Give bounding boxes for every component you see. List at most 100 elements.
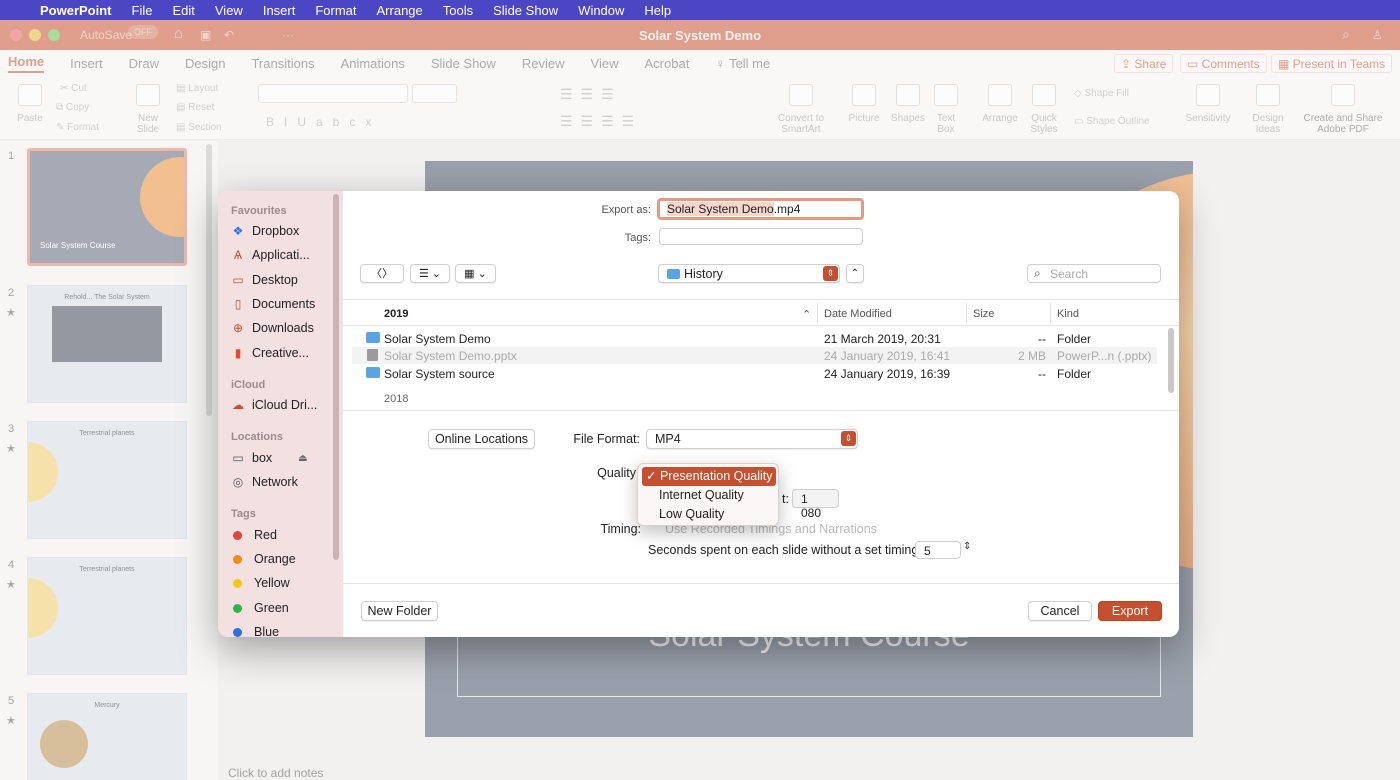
menu-app-name[interactable]: PowerPoint — [40, 3, 112, 18]
sidebar-tag-green[interactable]: Green — [231, 601, 289, 615]
column-header-name[interactable]: 2019 — [384, 308, 408, 320]
sidebar-tag-label: Blue — [254, 625, 280, 637]
sort-ascending-icon[interactable]: ⌃ — [802, 308, 811, 321]
grid-icon: ▦ — [464, 268, 475, 280]
globe-icon: ◎ — [232, 475, 244, 489]
file-format-select[interactable]: MP4 ⇕ — [646, 429, 858, 449]
tag-dot-icon — [233, 627, 242, 637]
new-folder-button[interactable]: New Folder — [361, 601, 438, 621]
menu-edit[interactable]: Edit — [172, 3, 194, 18]
file-date: 21 March 2019, 20:31 — [824, 332, 941, 346]
sidebar-tag-label: Green — [254, 601, 289, 615]
sidebar-section-tags: Tags — [231, 508, 256, 520]
expand-collapse-button[interactable]: ⌃ — [846, 264, 864, 283]
sidebar-section-locations: Locations — [231, 431, 283, 443]
column-header-size[interactable]: Size — [973, 308, 994, 320]
cancel-button[interactable]: Cancel — [1028, 601, 1092, 621]
sidebar-item-creative-cloud[interactable]: ▮ Creative... — [231, 346, 309, 360]
menu-slide-show[interactable]: Slide Show — [493, 3, 558, 18]
file-date: 24 January 2019, 16:41 — [824, 349, 951, 363]
search-input[interactable]: ⌕ Search — [1027, 264, 1161, 283]
folder-icon — [667, 269, 680, 279]
file-size: -- — [1038, 367, 1046, 381]
height-field[interactable]: 1 080 — [792, 489, 839, 520]
sidebar-item-label: Downloads — [252, 321, 314, 335]
sidebar-item-applications[interactable]: Ѧ Applicati... — [231, 248, 310, 262]
tag-dot-icon — [233, 554, 242, 564]
menu-bar: PowerPoint File Edit View Insert Format … — [0, 0, 1400, 20]
sidebar-section-icloud: iCloud — [231, 379, 266, 391]
sidebar-item-documents[interactable]: ▯ Documents — [231, 297, 316, 311]
sidebar-item-desktop[interactable]: ▭ Desktop — [231, 273, 298, 287]
folder-icon — [366, 332, 380, 343]
menu-arrange[interactable]: Arrange — [377, 3, 423, 18]
location-select[interactable]: History ⇕ — [658, 264, 840, 283]
menu-file[interactable]: File — [132, 3, 153, 18]
column-header-date[interactable]: Date Modified — [824, 308, 892, 320]
sidebar-item-icloud-drive[interactable]: ☁ iCloud Dri... — [231, 398, 317, 412]
file-format-value: MP4 — [655, 432, 681, 446]
sidebar-item-box[interactable]: ▭ box ⏏ — [231, 451, 307, 465]
sidebar-tag-yellow[interactable]: Yellow — [231, 576, 290, 590]
chevron-left-icon[interactable]: 〈 — [371, 268, 382, 280]
sidebar-tag-orange[interactable]: Orange — [231, 552, 296, 566]
file-row[interactable]: Solar System Demo 21 March 2019, 20:31 -… — [352, 330, 1157, 347]
file-list-scrollbar[interactable] — [1168, 328, 1174, 393]
file-row[interactable]: Solar System source 24 January 2019, 16:… — [352, 365, 1157, 382]
updown-chevron-icon: ⇕ — [841, 431, 856, 446]
menu-window[interactable]: Window — [578, 3, 624, 18]
sidebar-item-dropbox[interactable]: ❖ Dropbox — [231, 224, 300, 238]
download-icon: ⊕ — [232, 321, 244, 335]
sidebar-tag-label: Yellow — [254, 576, 290, 590]
file-size: 2 MB — [1017, 349, 1046, 363]
menu-format[interactable]: Format — [315, 3, 356, 18]
sidebar-tag-label: Red — [254, 528, 277, 542]
stepper-icon[interactable]: ⇕ — [963, 541, 971, 552]
drive-icon: ▭ — [232, 451, 244, 465]
file-size: -- — [1038, 332, 1046, 346]
quality-option-internet[interactable]: Internet Quality — [642, 486, 776, 505]
location-label: History — [684, 267, 723, 281]
sidebar-item-label: Network — [252, 475, 298, 489]
seconds-field[interactable]: 5 — [915, 541, 961, 559]
chevron-up-icon: ⌃ — [850, 268, 860, 279]
grid-view-button[interactable]: ▦ ⌄ — [455, 264, 496, 283]
timing-label: Timing: — [600, 522, 641, 536]
sidebar-tag-red[interactable]: Red — [231, 528, 277, 542]
group-header-2018[interactable]: 2018 — [384, 393, 408, 405]
sidebar-item-downloads[interactable]: ⊕ Downloads — [231, 321, 314, 335]
document-icon: ▯ — [234, 297, 242, 311]
menu-help[interactable]: Help — [644, 3, 671, 18]
eject-icon[interactable]: ⏏ — [298, 453, 307, 464]
list-icon: ☰ — [418, 268, 429, 280]
cloud-icon: ☁ — [232, 398, 244, 412]
desktop-icon: ▭ — [232, 273, 244, 287]
file-row: Solar System Demo.pptx 24 January 2019, … — [352, 347, 1157, 364]
back-forward-buttons[interactable]: 〈〉 — [360, 264, 404, 283]
applications-icon: Ѧ — [233, 248, 242, 262]
column-header-kind[interactable]: Kind — [1057, 308, 1079, 320]
column-separator — [1050, 303, 1051, 323]
export-as-input[interactable]: Solar System Demo.mp4 — [657, 198, 864, 220]
sidebar-tag-label: Orange — [254, 552, 296, 566]
quality-dropdown-menu: ✓ Presentation Quality Internet Quality … — [637, 463, 779, 526]
tags-label: Tags: — [624, 232, 651, 244]
sidebar-item-network[interactable]: ◎ Network — [231, 475, 298, 489]
menu-view[interactable]: View — [215, 3, 243, 18]
menu-tools[interactable]: Tools — [443, 3, 473, 18]
chevron-right-icon[interactable]: 〉 — [382, 268, 393, 280]
quality-option-low[interactable]: Low Quality — [642, 505, 776, 524]
sidebar-tag-blue[interactable]: Blue — [231, 625, 279, 637]
quality-option-presentation[interactable]: ✓ Presentation Quality — [642, 467, 776, 486]
file-format-label: File Format: — [573, 432, 640, 446]
export-dialog: Favourites ❖ Dropbox Ѧ Applicati... ▭ Deskt… — [218, 191, 1179, 637]
sidebar-item-label: Applicati... — [252, 248, 310, 262]
menu-insert[interactable]: Insert — [263, 3, 296, 18]
updown-chevron-icon: ⇕ — [823, 266, 838, 281]
sidebar-scrollbar[interactable] — [333, 194, 339, 560]
tags-input[interactable] — [659, 228, 863, 245]
export-button[interactable]: Export — [1098, 601, 1162, 621]
online-locations-button[interactable]: Online Locations — [428, 429, 535, 449]
sidebar-item-label: box — [252, 451, 273, 465]
list-view-button[interactable]: ☰ ⌄ — [410, 264, 450, 283]
